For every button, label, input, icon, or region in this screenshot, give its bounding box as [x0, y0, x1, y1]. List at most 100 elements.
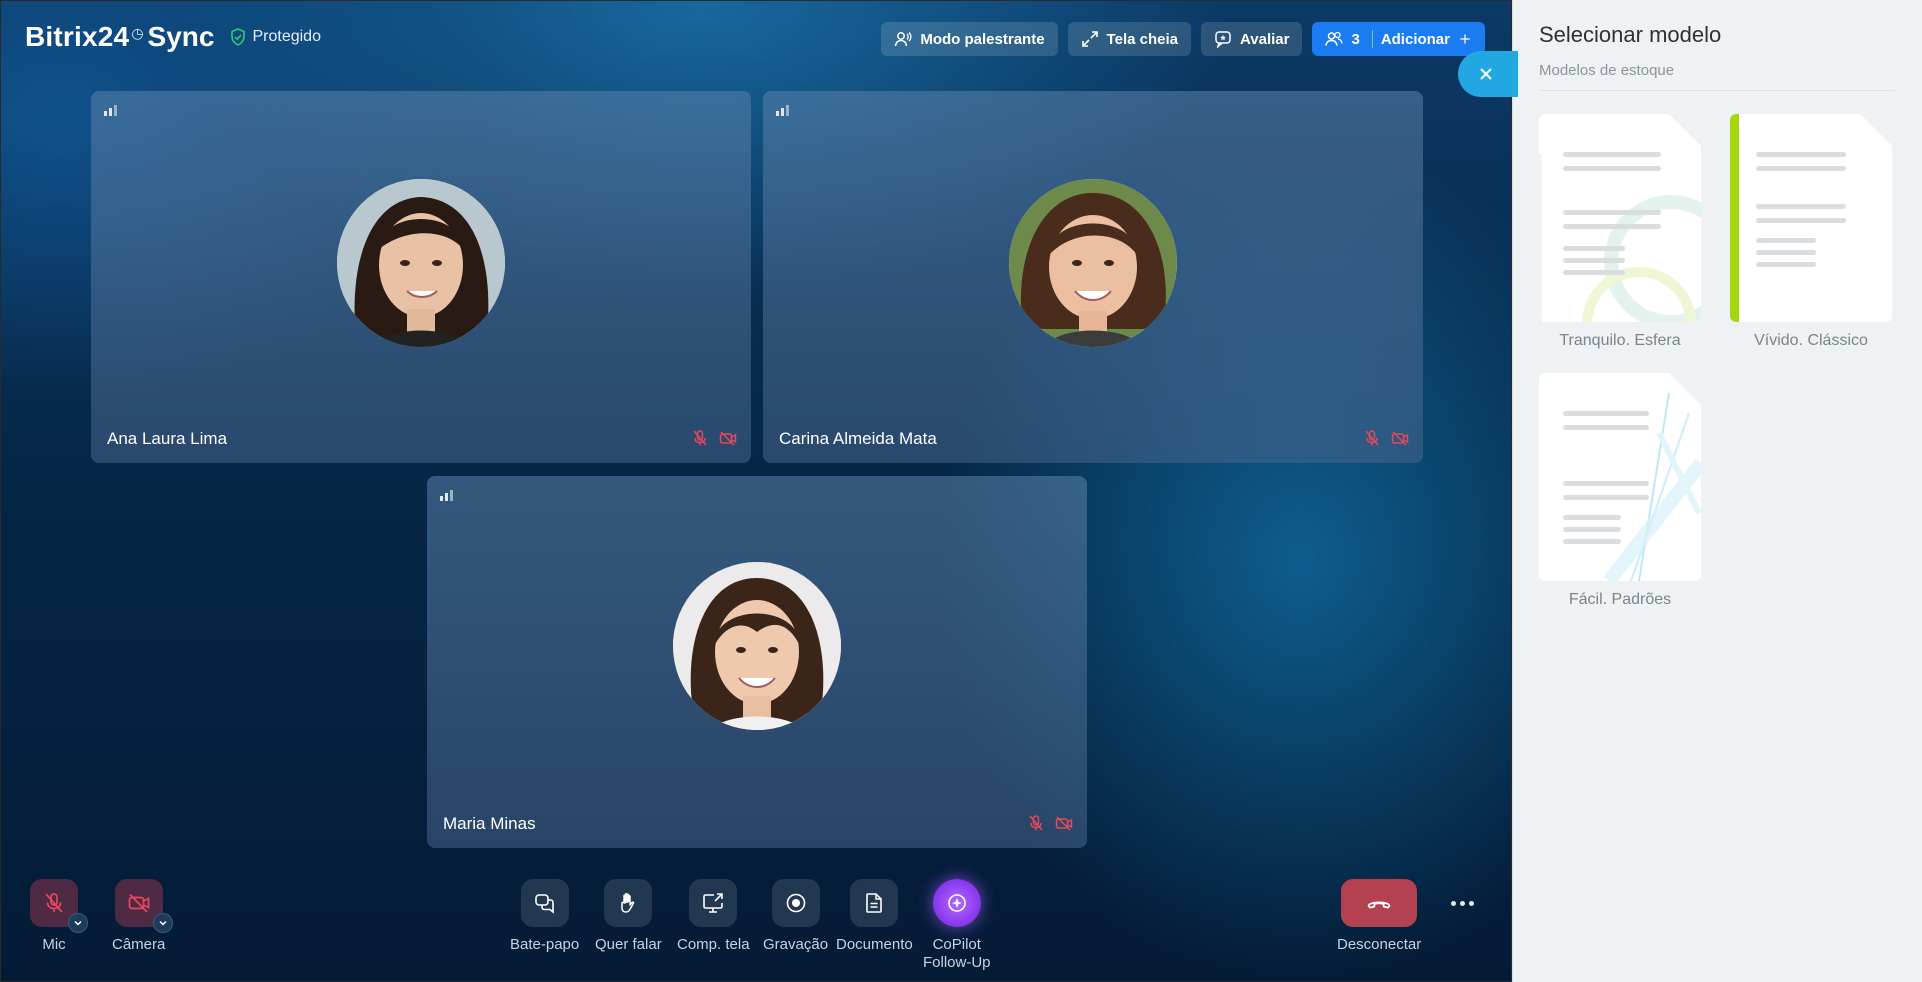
participant-status-icons	[691, 429, 737, 447]
camera-off-icon	[128, 893, 150, 913]
camera-toggle-button[interactable]	[114, 879, 173, 933]
speaker-mode-label: Modo palestrante	[920, 30, 1045, 48]
accent-stripe	[1730, 114, 1739, 322]
brand-suffix: Sync	[147, 21, 215, 52]
copilot-control[interactable]: CoPilot Follow-Up	[923, 879, 991, 972]
text-line	[1563, 527, 1621, 532]
share-screen-label: Comp. tela	[677, 936, 750, 953]
camera-off-icon	[1055, 816, 1073, 831]
mic-options-dropdown[interactable]	[68, 913, 88, 933]
more-dot	[1469, 900, 1474, 906]
divider	[1539, 90, 1895, 91]
line-pattern-decoration	[1603, 392, 1701, 581]
phone-hangup-icon	[1367, 901, 1391, 909]
participants-icon	[1325, 31, 1344, 46]
template-card[interactable]: Vívido. Clássico	[1730, 114, 1892, 350]
text-line	[1563, 425, 1649, 430]
participant-name: Maria Minas	[443, 814, 536, 833]
top-actions: Modo palestrante Tela cheia Avaliar 3 Ad…	[881, 22, 1485, 56]
hangup-button[interactable]	[1341, 879, 1418, 927]
template-card[interactable]: Tranquilo. Esfera	[1539, 114, 1701, 350]
security-status: Protegido	[230, 28, 321, 46]
fullscreen-button[interactable]: Tela cheia	[1067, 22, 1191, 56]
template-thumbnail	[1730, 114, 1892, 322]
panel-title: Selecionar modelo	[1539, 22, 1722, 47]
template-card[interactable]: Fácil. Padrões	[1539, 373, 1701, 609]
text-line	[1563, 258, 1625, 263]
template-label: Tranquilo. Esfera	[1559, 332, 1681, 349]
template-label: Vívido. Clássico	[1754, 332, 1868, 349]
speaker-mode-button[interactable]: Modo palestrante	[881, 22, 1058, 56]
text-line	[1756, 152, 1846, 157]
call-area: Bitrix24 ◷ Sync Protegido Modo palestran…	[0, 0, 1512, 982]
text-line	[1563, 411, 1649, 416]
mic-toggle-button[interactable]	[30, 879, 88, 933]
text-line	[1563, 224, 1661, 229]
signal-strength-icon	[104, 105, 117, 116]
rate-button[interactable]: Avaliar	[1200, 22, 1303, 56]
share-screen-button[interactable]	[689, 879, 738, 927]
text-line	[1756, 262, 1816, 267]
text-line	[1563, 152, 1661, 157]
camera-control[interactable]: Câmera	[112, 879, 173, 954]
camera-options-dropdown[interactable]	[152, 913, 173, 933]
camera-off-icon	[1391, 431, 1409, 446]
recording-label: Gravação	[763, 936, 829, 953]
recording-button[interactable]	[771, 879, 820, 927]
document-label: Documento	[836, 936, 913, 953]
mic-off-icon	[1029, 815, 1043, 831]
document-button[interactable]	[850, 879, 899, 927]
chevron-down-icon	[74, 920, 82, 926]
chat-button[interactable]	[520, 879, 569, 927]
raise-hand-control[interactable]: Quer falar	[595, 879, 662, 954]
chat-icon	[534, 894, 554, 914]
fullscreen-label: Tela cheia	[1106, 30, 1178, 48]
recording-control[interactable]: Gravação	[763, 879, 828, 954]
rate-icon	[1215, 31, 1231, 48]
copilot-button[interactable]	[932, 879, 981, 927]
add-participants-button[interactable]: 3 Adicionar	[1312, 22, 1485, 56]
document-control[interactable]: Documento	[836, 879, 913, 954]
close-panel-button[interactable]	[1458, 51, 1518, 97]
template-label: Fácil. Padrões	[1568, 591, 1672, 608]
participant-tile[interactable]: Carina Almeida Mata	[763, 91, 1423, 463]
record-icon	[786, 893, 805, 913]
divider	[1371, 30, 1373, 48]
text-line	[1563, 166, 1661, 171]
close-icon	[1480, 68, 1492, 80]
avatar-image	[337, 179, 505, 347]
participant-tile[interactable]: Ana Laura Lima	[91, 91, 751, 463]
chat-control[interactable]: Bate-papo	[510, 879, 579, 954]
brand-name: Bitrix24	[25, 21, 130, 52]
mic-off-icon	[693, 430, 707, 446]
text-line	[1563, 495, 1649, 500]
signal-strength-icon	[440, 490, 453, 501]
chat-label: Bate-papo	[510, 936, 580, 953]
mic-label: Mic	[42, 936, 66, 953]
more-options-button[interactable]	[1451, 893, 1477, 913]
text-line	[1563, 210, 1661, 215]
participant-avatar	[673, 562, 841, 730]
clock-icon: ◷	[131, 24, 144, 41]
camera-label: Câmera	[112, 936, 166, 953]
text-line	[1756, 166, 1846, 171]
template-thumbnail	[1539, 373, 1701, 581]
raise-hand-button[interactable]	[604, 879, 653, 927]
share-screen-control[interactable]: Comp. tela	[677, 879, 750, 954]
avatar-image	[673, 562, 841, 730]
text-line	[1756, 250, 1816, 255]
text-line	[1563, 481, 1649, 486]
template-panel: Selecionar modelo Modelos de estoque Tra…	[1512, 0, 1922, 982]
mic-control[interactable]: Mic	[30, 879, 88, 954]
template-thumbnail	[1539, 114, 1701, 322]
disconnect-control[interactable]: Desconectar	[1337, 879, 1421, 954]
text-line	[1563, 515, 1621, 520]
mic-off-icon	[45, 893, 63, 913]
more-dot	[1460, 900, 1465, 906]
sphere-decoration	[1539, 154, 1701, 322]
avatar-image	[1009, 179, 1177, 347]
text-line	[1756, 238, 1816, 243]
text-line	[1563, 246, 1625, 251]
participant-tile[interactable]: Maria Minas	[427, 476, 1087, 848]
more-dot	[1451, 900, 1456, 906]
